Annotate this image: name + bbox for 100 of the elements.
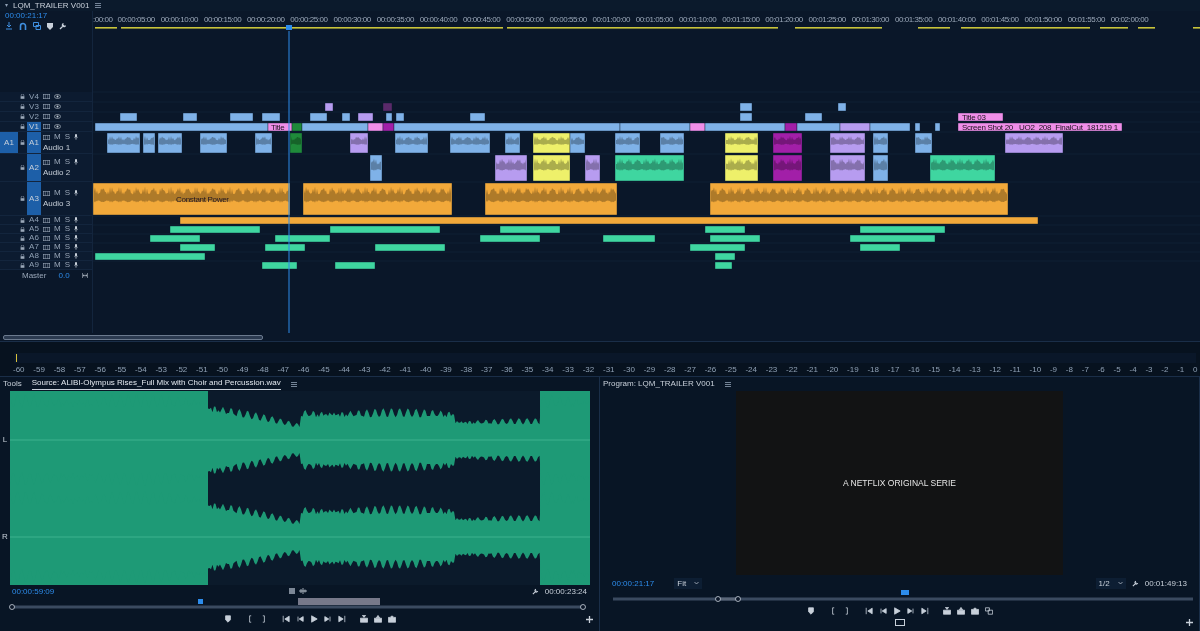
mute-button[interactable]: M: [54, 225, 61, 233]
panel-tab[interactable]: Source: ALIBI-Olympus Rises_Full Mix with Choir and Percussion.wav: [31, 378, 281, 390]
track-target[interactable]: A3: [27, 182, 41, 215]
step-forward-icon[interactable]: [323, 615, 332, 623]
overwrite-icon[interactable]: [373, 615, 382, 623]
film-strip-icon[interactable]: [43, 235, 50, 241]
fit-width-icon[interactable]: [81, 273, 88, 278]
track-target[interactable]: A2: [27, 154, 41, 181]
film-strip-icon[interactable]: [43, 217, 50, 223]
master-level[interactable]: 0.0: [58, 271, 70, 280]
track-target[interactable]: A9: [27, 261, 41, 269]
track-target[interactable]: A7: [27, 243, 41, 251]
mute-button[interactable]: M: [54, 234, 61, 242]
track-target[interactable]: V4: [27, 92, 41, 101]
go-to-out-icon[interactable]: [337, 615, 346, 623]
go-to-out-icon[interactable]: [920, 607, 929, 615]
waveform-toggle-icon[interactable]: [299, 588, 308, 594]
compare-icon[interactable]: [984, 607, 993, 615]
film-strip-icon[interactable]: [43, 190, 50, 196]
lock-icon[interactable]: [20, 165, 25, 170]
timecode[interactable]: 00:00:21:17: [0, 11, 92, 21]
zoom-dropdown[interactable]: Fit: [674, 577, 703, 589]
lock-icon[interactable]: [20, 140, 25, 145]
track-target[interactable]: A4: [27, 216, 41, 224]
play-icon[interactable]: [892, 607, 901, 615]
solo-button[interactable]: S: [64, 133, 70, 141]
step-back-icon[interactable]: [295, 615, 304, 623]
microphone-icon[interactable]: [74, 244, 78, 250]
add-marker-icon[interactable]: [223, 615, 232, 623]
step-back-icon[interactable]: [878, 607, 887, 615]
film-strip-icon[interactable]: [43, 134, 50, 140]
film-strip-icon[interactable]: [43, 226, 50, 232]
source-patch[interactable]: A1: [0, 132, 18, 153]
track-target[interactable]: A1: [27, 132, 41, 153]
track-target[interactable]: V3: [27, 102, 41, 111]
insert-icon[interactable]: [359, 615, 368, 623]
camera-icon[interactable]: [387, 615, 396, 623]
lock-icon[interactable]: [20, 94, 25, 99]
microphone-icon[interactable]: [74, 217, 78, 223]
film-strip-icon[interactable]: [43, 104, 50, 109]
add-button-icon[interactable]: [586, 615, 593, 623]
collapse-icon[interactable]: [4, 3, 9, 8]
mute-button[interactable]: M: [54, 216, 61, 224]
microphone-icon[interactable]: [74, 190, 78, 196]
track-target[interactable]: A5: [27, 225, 41, 233]
mute-button[interactable]: M: [54, 252, 61, 260]
solo-button[interactable]: S: [64, 243, 70, 251]
solo-button[interactable]: S: [64, 252, 70, 260]
time-ruler-drawing[interactable]: [9, 598, 586, 610]
lock-icon[interactable]: [20, 244, 25, 250]
microphone-icon[interactable]: [74, 262, 78, 268]
solo-button[interactable]: S: [64, 189, 70, 197]
lock-icon[interactable]: [20, 104, 25, 109]
go-to-in-icon[interactable]: [281, 615, 290, 623]
lock-icon[interactable]: [20, 114, 25, 119]
wrench-icon[interactable]: [59, 22, 67, 30]
panel-tab[interactable]: Program: LQM_TRAILER V001: [603, 378, 715, 390]
timeline-clips-drawing[interactable]: [93, 102, 1123, 270]
mute-button[interactable]: M: [54, 243, 61, 251]
film-strip-icon[interactable]: [43, 253, 50, 259]
add-marker-icon[interactable]: [806, 607, 815, 615]
microphone-icon[interactable]: [74, 159, 78, 165]
microphone-icon[interactable]: [74, 226, 78, 232]
drag-audio-icon[interactable]: [289, 588, 296, 594]
marker-icon[interactable]: [47, 22, 53, 30]
film-strip-icon[interactable]: [43, 159, 50, 165]
playhead-timecode[interactable]: 00:00:59:09: [12, 586, 55, 596]
safe-margins-icon[interactable]: [894, 619, 905, 626]
film-strip-icon[interactable]: [43, 262, 50, 268]
lock-icon[interactable]: [20, 262, 25, 268]
eye-icon[interactable]: [54, 124, 61, 129]
lock-icon[interactable]: [20, 253, 25, 259]
insert-icon[interactable]: [942, 607, 951, 615]
add-button-icon[interactable]: [1186, 619, 1193, 626]
track-target[interactable]: A6: [27, 234, 41, 242]
track-target[interactable]: V1: [27, 122, 41, 131]
play-icon[interactable]: [309, 615, 318, 623]
go-to-in-icon[interactable]: [864, 607, 873, 615]
sequence-tab[interactable]: LQM_TRAILER V001: [13, 1, 90, 10]
horizontal-scrollbar[interactable]: [3, 334, 263, 340]
mute-button[interactable]: M: [54, 158, 61, 166]
panel-tab[interactable]: Tools: [3, 378, 22, 390]
linked-selection-icon[interactable]: [33, 22, 41, 30]
solo-button[interactable]: S: [64, 261, 70, 269]
track-target[interactable]: V2: [27, 112, 41, 121]
insert-arrow-icon[interactable]: [5, 22, 13, 30]
eye-icon[interactable]: [54, 104, 61, 109]
track-target[interactable]: A8: [27, 252, 41, 260]
panel-menu-icon[interactable]: [724, 381, 731, 387]
lock-icon[interactable]: [20, 226, 25, 232]
lock-icon[interactable]: [20, 196, 25, 201]
film-strip-icon[interactable]: [43, 94, 50, 99]
eye-icon[interactable]: [54, 94, 61, 99]
microphone-icon[interactable]: [74, 235, 78, 241]
microphone-icon[interactable]: [74, 134, 78, 140]
overwrite-icon[interactable]: [956, 607, 965, 615]
mute-button[interactable]: M: [54, 133, 61, 141]
step-forward-icon[interactable]: [906, 607, 915, 615]
solo-button[interactable]: S: [64, 225, 70, 233]
camera-icon[interactable]: [970, 607, 979, 615]
